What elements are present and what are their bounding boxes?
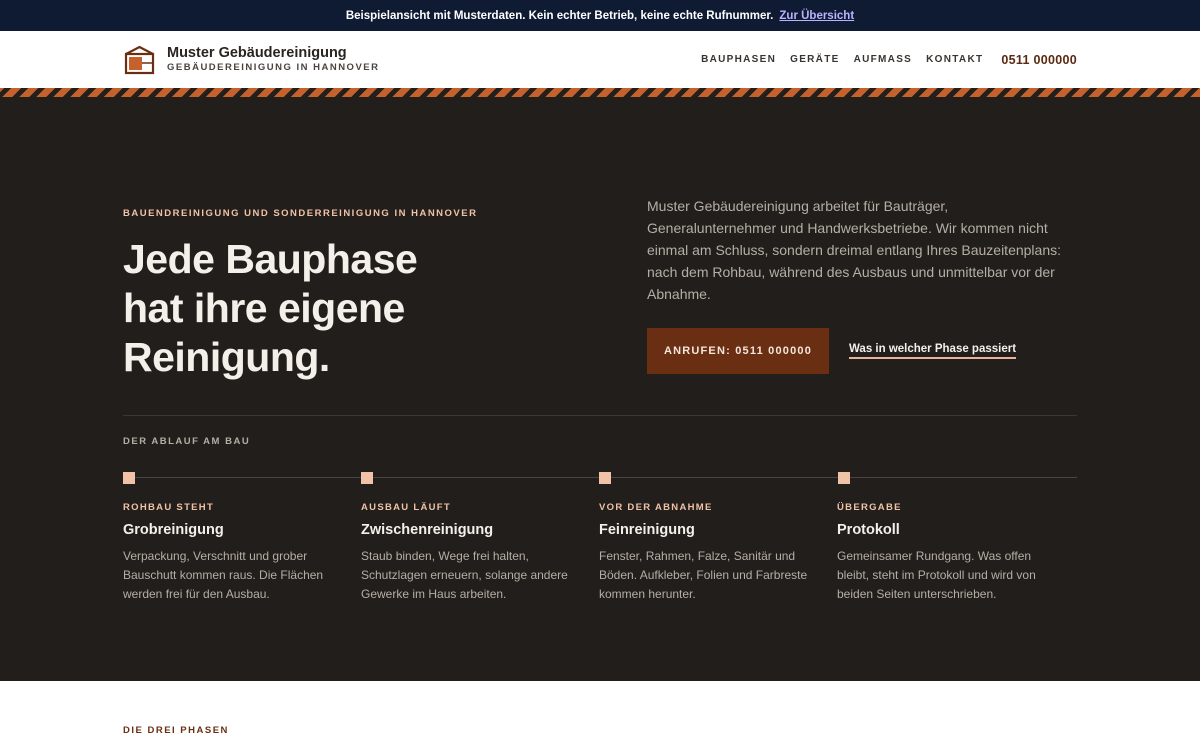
step-description: Verpackung, Verschnitt und grober Bausch… [123,549,324,601]
step-title: Zwischenreinigung [361,522,494,538]
step-kicker: VOR DER ABNAHME [599,502,713,513]
process-timeline [123,472,1077,484]
brand-name: Muster Gebäudereinigung [167,45,347,61]
step-description: Gemeinsamer Rundgang. Was offen bleibt, … [837,549,1036,601]
step-description: Staub binden, Wege frei halten, Schutzla… [361,549,568,601]
brand[interactable]: Muster Gebäudereinigung GEBÄUDEREINIGUNG… [124,45,380,75]
process-label: DER ABLAUF AM BAU [123,436,251,447]
hero-intro: Muster Gebäudereinigung arbeitet für Bau… [647,198,1062,302]
hero-headline: Jede Bauphase hat ihre eigene Reinigung. [123,235,603,382]
step-title: Grobreinigung [123,522,224,538]
demo-notice-bar: Beispielansicht mit Musterdaten. Kein ec… [0,0,1200,31]
main-nav: BAUPHASEN GERÄTE AUFMASS KONTAKT 0511 00… [701,53,1077,67]
nav-phone[interactable]: 0511 000000 [1001,53,1077,67]
brand-tagline: GEBÄUDEREINIGUNG IN HANNOVER [167,62,380,73]
call-button[interactable]: ANRUFEN: 0511 000000 [647,328,829,374]
process-step: ROHBAU STEHT Grobreinigung Verpackung, V… [123,502,361,604]
building-logo-icon [124,45,155,74]
step-kicker: AUSBAU LÄUFT [361,502,452,513]
step-title: Feinreinigung [599,522,695,538]
step-kicker: ROHBAU STEHT [123,502,215,513]
section-divider [123,415,1077,416]
overview-link[interactable]: Zur Übersicht [779,10,854,22]
process-step: AUSBAU LÄUFT Zwischenreinigung Staub bin… [361,502,599,604]
hero-section: BAUENDREINIGUNG UND SONDERREINIGUNG IN H… [0,97,1200,681]
hero-eyebrow: BAUENDREINIGUNG UND SONDERREINIGUNG IN H… [123,208,478,219]
phases-link[interactable]: Was in welcher Phase passiert [849,343,1017,359]
process-steps: ROHBAU STEHT Grobreinigung Verpackung, V… [123,502,1077,604]
timeline-marker [599,472,611,484]
demo-notice-text: Beispielansicht mit Musterdaten. Kein ec… [345,9,774,22]
headline-line: hat ihre eigene [123,285,405,331]
headline-line: Jede Bauphase [123,236,418,282]
headline-line: Reinigung. [123,334,330,380]
hazard-stripe [0,88,1200,97]
process-step: VOR DER ABNAHME Feinreinigung Fenster, R… [599,502,837,604]
nav-bauphasen[interactable]: BAUPHASEN [701,54,776,65]
step-kicker: ÜBERGABE [837,502,902,513]
timeline-marker [838,472,850,484]
step-title: Protokoll [837,522,900,538]
nav-geraete[interactable]: GERÄTE [790,54,839,65]
nav-aufmass[interactable]: AUFMASS [854,54,913,65]
timeline-marker [123,472,135,484]
phases-eyebrow: DIE DREI PHASEN [123,725,229,736]
step-description: Fenster, Rahmen, Falze, Sanitär und Böde… [599,549,808,601]
timeline-marker [361,472,373,484]
site-header: Muster Gebäudereinigung GEBÄUDEREINIGUNG… [0,31,1200,88]
process-step: ÜBERGABE Protokoll Gemeinsamer Rundgang.… [837,502,1075,604]
phases-section: DIE DREI PHASEN [0,681,1200,736]
nav-kontakt[interactable]: KONTAKT [926,54,983,65]
